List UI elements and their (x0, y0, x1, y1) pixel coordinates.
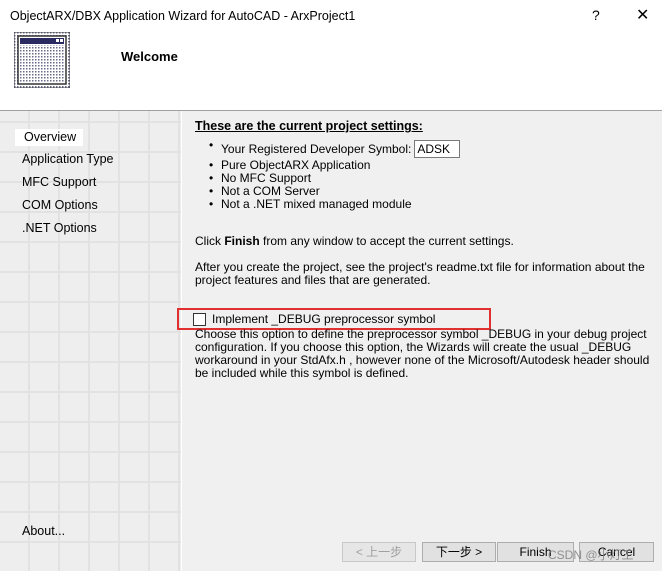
back-button[interactable]: < 上一步 (342, 542, 416, 562)
wizard-sidebar: Overview Application Type MFC Support CO… (0, 111, 181, 571)
sidebar-item-about[interactable]: About... (22, 524, 65, 538)
title-bar: ObjectARX/DBX Application Wizard for Aut… (0, 0, 662, 32)
page-title: Welcome (121, 49, 178, 64)
finish-text-post: from any window to accept the current se… (259, 234, 514, 248)
next-button[interactable]: 下一步 > (422, 542, 496, 562)
settings-heading: These are the current project settings: (195, 119, 423, 133)
help-button[interactable]: ? (592, 7, 600, 23)
watermark: CSDN @小灯工 (548, 548, 634, 562)
sidebar-item-com-options[interactable]: COM Options (22, 198, 98, 212)
debug-description: Choose this option to define the preproc… (195, 327, 650, 380)
finish-text-bold: Finish (224, 234, 260, 248)
main-panel: These are the current project settings: … (177, 111, 662, 571)
developer-symbol-label: Your Registered Developer Symbol: (221, 141, 412, 156)
sidebar-item-application-type[interactable]: Application Type (22, 152, 114, 166)
debug-checkbox[interactable] (193, 312, 206, 326)
finish-text-pre: Click (195, 234, 225, 248)
window-title: ObjectARX/DBX Application Wizard for Aut… (10, 9, 356, 23)
wizard-window-icon (14, 32, 70, 88)
readme-info: After you create the project, see the pr… (195, 260, 645, 287)
debug-checkbox-label[interactable]: Implement _DEBUG preprocessor symbol (212, 312, 435, 326)
settings-content: These are the current project settings: … (177, 119, 655, 380)
wizard-header: Welcome (0, 32, 662, 110)
sidebar-item-mfc-support[interactable]: MFC Support (22, 175, 96, 189)
finish-instruction: Click Finish from any window to accept t… (195, 235, 655, 248)
list-item: Your Registered Developer Symbol: (209, 139, 655, 159)
list-item: Not a .NET mixed managed module (209, 198, 655, 212)
sidebar-item-net-options[interactable]: .NET Options (22, 221, 97, 235)
close-button[interactable]: ✕ (636, 5, 649, 25)
settings-list: Your Registered Developer Symbol: Pure O… (195, 139, 655, 211)
developer-symbol-input[interactable] (414, 140, 461, 158)
sidebar-item-overview[interactable]: Overview (15, 129, 84, 146)
